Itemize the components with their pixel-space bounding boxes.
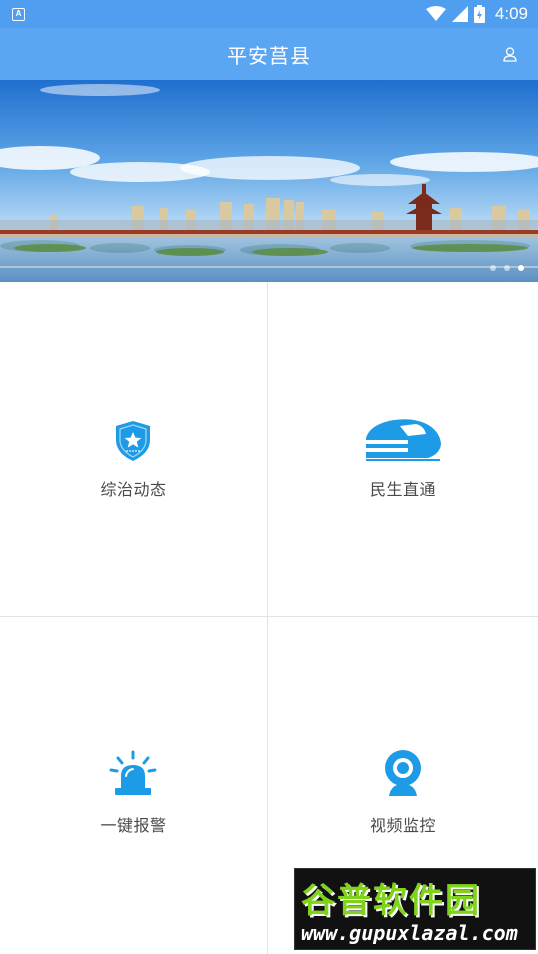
carousel-dot-active[interactable] (518, 265, 524, 271)
webcam-icon (384, 749, 421, 796)
watermark-title: 谷普软件园 (301, 881, 481, 921)
tile-icon-wrap (114, 408, 152, 462)
tile-minsheng-zhitong[interactable]: 民生直通 (268, 282, 538, 617)
banner-carousel[interactable] (0, 80, 538, 282)
alarm-siren-icon (109, 750, 157, 795)
tile-label: 一键报警 (100, 815, 167, 835)
app-bar: 平安莒县 (0, 28, 538, 80)
watermark: 谷普软件园 www.gupuxlazal.com (294, 868, 536, 950)
carousel-dot[interactable] (490, 265, 496, 271)
status-left: A (12, 7, 25, 21)
signal-icon (451, 6, 468, 22)
watermark-url: www.gupuxlazal.com (301, 921, 518, 945)
train-icon (364, 419, 441, 461)
police-badge-icon (116, 421, 151, 461)
tile-yijian-baojing[interactable]: 一键报警 (0, 617, 268, 954)
tile-label: 视频监控 (369, 815, 436, 835)
status-bar: A 4:09 (0, 0, 538, 28)
tile-icon-wrap (364, 408, 442, 462)
status-right: 4:09 (425, 4, 528, 24)
battery-icon (473, 5, 485, 23)
tile-icon-wrap (383, 744, 423, 798)
carousel-indicator (490, 265, 524, 271)
feature-grid: 综治动态 民生直通 一键报警 视频监控 (0, 282, 538, 954)
banner-image (0, 80, 538, 282)
tile-zongzhi-dongtai[interactable]: 综治动态 (0, 282, 268, 617)
tile-label: 综治动态 (100, 480, 167, 499)
carousel-dot[interactable] (504, 265, 510, 271)
wifi-icon (425, 6, 446, 21)
notification-icon: A (12, 7, 25, 21)
page-title: 平安莒县 (227, 43, 311, 68)
status-time: 4:09 (494, 4, 528, 23)
user-button[interactable] (500, 44, 520, 64)
user-icon (503, 46, 517, 62)
tile-label: 民生直通 (369, 480, 436, 499)
tile-icon-wrap (109, 744, 157, 798)
